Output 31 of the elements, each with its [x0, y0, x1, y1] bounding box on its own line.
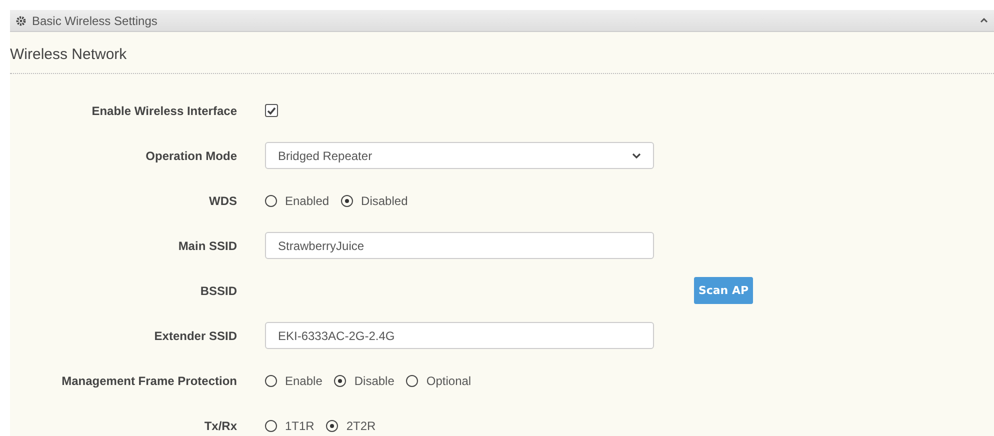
radio-button[interactable] — [265, 194, 277, 206]
text-field[interactable]: StrawberryJuice — [265, 232, 654, 259]
radio-button[interactable] — [406, 374, 418, 386]
radio-label: Enable — [285, 374, 322, 388]
collapse-icon[interactable] — [980, 18, 988, 23]
radio-button[interactable] — [326, 420, 338, 432]
radio-label: Disable — [354, 374, 394, 388]
radio-label: 1T1R — [285, 418, 314, 432]
panel-title: Basic Wireless Settings — [32, 14, 158, 28]
radio-button[interactable] — [265, 420, 277, 432]
field-label: Main SSID — [177, 238, 237, 252]
chevron-down-icon — [632, 152, 641, 158]
section-title: Wireless Network — [10, 32, 994, 74]
field-label: BSSID — [199, 284, 237, 298]
operation-mode-select[interactable]: Bridged Repeater — [265, 142, 654, 169]
checkbox[interactable] — [265, 104, 278, 117]
text-field[interactable]: EKI-6333AC-2G-2.4G — [265, 322, 654, 349]
gear-icon — [16, 16, 26, 26]
radio-button[interactable] — [334, 374, 346, 386]
radio-label: Disabled — [361, 194, 408, 208]
field-label: Management Frame Protection — [60, 374, 237, 388]
field-label: Operation Mode — [144, 148, 237, 162]
radio-label: Enabled — [285, 194, 330, 208]
field-label: Enable Wireless Interface — [90, 104, 237, 118]
field-label: Extender SSID — [153, 328, 237, 342]
radio-button[interactable] — [341, 194, 354, 206]
radio-button[interactable] — [265, 374, 277, 386]
field-label: Tx/Rx — [203, 418, 237, 432]
radio-label: 2T2R — [346, 418, 376, 432]
radio-label: Optional — [426, 374, 472, 388]
field-label: WDS — [208, 194, 237, 208]
